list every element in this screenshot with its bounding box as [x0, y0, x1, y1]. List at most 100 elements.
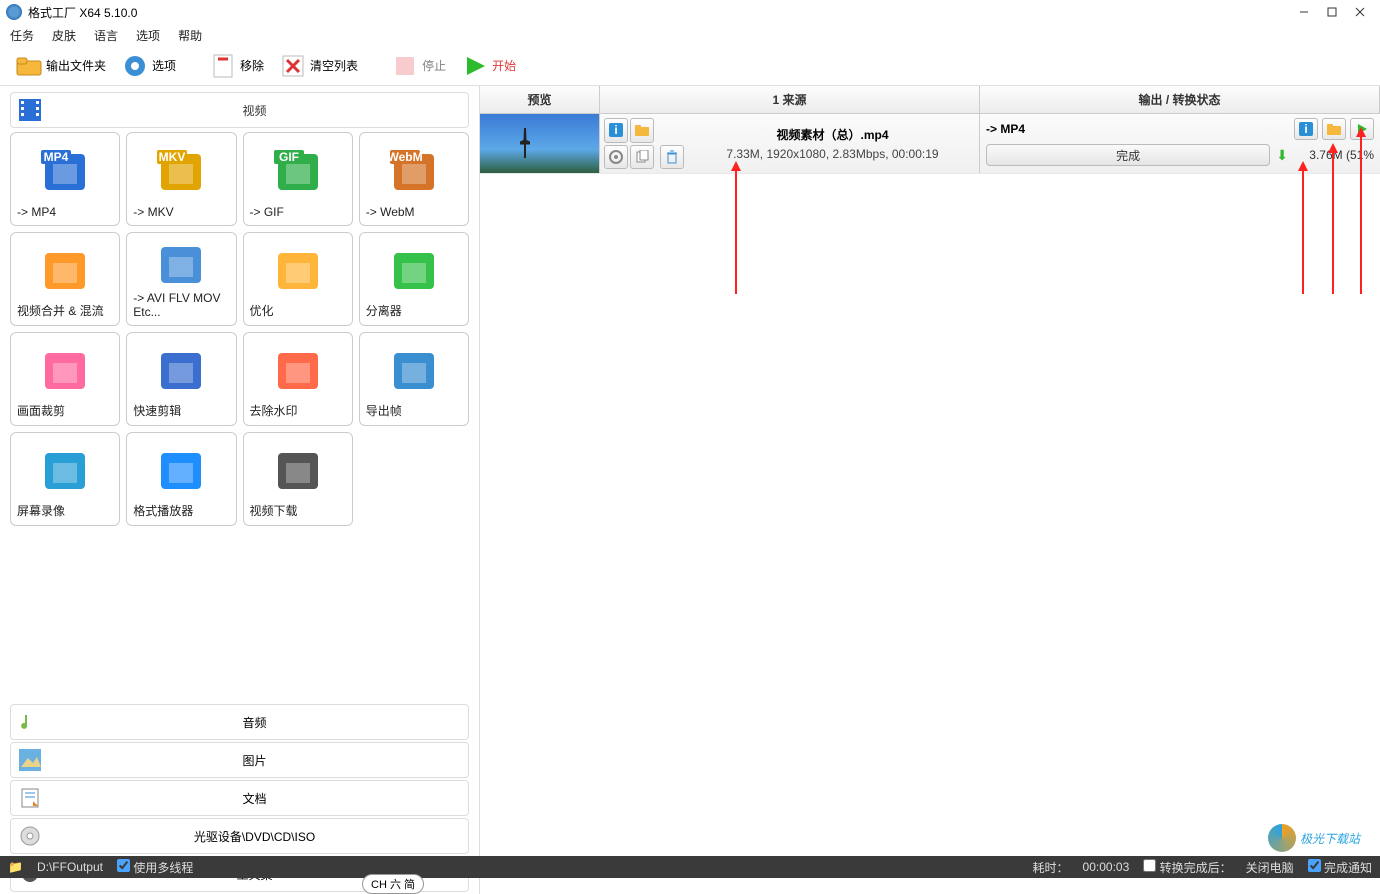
- gear-icon: [122, 53, 148, 79]
- task-open-folder-button[interactable]: [630, 118, 654, 143]
- tile-icon: WebM: [366, 139, 462, 205]
- format-tile-3[interactable]: WebM-> WebM: [359, 132, 469, 226]
- status-after-checkbox[interactable]: 转换完成后：: [1143, 859, 1231, 876]
- task-target-format: -> MP4: [986, 122, 1025, 136]
- status-multithread-label: 使用多线程: [133, 861, 193, 875]
- status-notify-checkbox[interactable]: 完成通知: [1308, 859, 1372, 876]
- task-settings-button[interactable]: [604, 145, 628, 170]
- output-folder-button[interactable]: [1322, 118, 1346, 140]
- watermark-label: 极光下载站: [1300, 830, 1360, 847]
- category-audio-label: 音频: [49, 714, 460, 731]
- remove-button[interactable]: 移除: [204, 51, 270, 81]
- category-document-label: 文档: [49, 790, 460, 807]
- stop-icon: [392, 53, 418, 79]
- annotation-arrow: [1302, 164, 1304, 294]
- ime-badge[interactable]: CH 六 简: [362, 874, 424, 894]
- menu-options[interactable]: 选项: [136, 27, 160, 44]
- status-folder-icon[interactable]: 📁: [8, 860, 23, 874]
- clear-list-button[interactable]: 清空列表: [274, 51, 364, 81]
- tile-label: 快速剪辑: [133, 402, 229, 419]
- clear-icon: [280, 53, 306, 79]
- tile-icon: MP4: [17, 139, 113, 205]
- document-icon: [19, 787, 41, 809]
- tile-icon: [133, 239, 229, 291]
- tile-label: -> AVI FLV MOV Etc...: [133, 291, 229, 319]
- category-disc-label: 光驱设备\DVD\CD\ISO: [49, 828, 460, 845]
- task-info-button[interactable]: i: [604, 118, 628, 143]
- tile-icon: [366, 339, 462, 402]
- status-after-label: 转换完成后：: [1160, 861, 1232, 875]
- tile-label: 分离器: [366, 302, 462, 319]
- maximize-button[interactable]: [1318, 2, 1346, 22]
- clear-list-label: 清空列表: [310, 57, 358, 74]
- tile-icon: GIF: [250, 139, 346, 205]
- format-tile-11[interactable]: 去除水印: [243, 332, 353, 426]
- format-tile-10[interactable]: 快速剪辑: [126, 332, 236, 426]
- menu-task[interactable]: 任务: [10, 27, 34, 44]
- tile-icon: [17, 439, 113, 502]
- image-icon: [19, 749, 41, 771]
- tile-label: 格式播放器: [133, 502, 229, 519]
- category-video-header[interactable]: 视频: [10, 92, 469, 128]
- status-output-path[interactable]: D:\FFOutput: [37, 860, 103, 874]
- tile-icon: [17, 339, 113, 402]
- tile-icon: [133, 439, 229, 502]
- tile-icon: [17, 239, 113, 302]
- play-icon: [462, 53, 488, 79]
- task-thumbnail[interactable]: [480, 114, 600, 173]
- format-tile-0[interactable]: MP4-> MP4: [10, 132, 120, 226]
- col-output[interactable]: 输出 / 转换状态: [980, 86, 1380, 113]
- format-tile-9[interactable]: 画面裁剪: [10, 332, 120, 426]
- col-source[interactable]: 1 来源: [600, 86, 980, 113]
- menu-language[interactable]: 语言: [94, 27, 118, 44]
- category-document[interactable]: 文档: [10, 780, 469, 816]
- start-button[interactable]: 开始: [456, 51, 522, 81]
- tile-icon: [250, 339, 346, 402]
- tile-label: 视频下载: [250, 502, 346, 519]
- status-notify-label: 完成通知: [1324, 861, 1372, 875]
- tile-label: 导出帧: [366, 402, 462, 419]
- category-image[interactable]: 图片: [10, 742, 469, 778]
- status-after-value[interactable]: 关闭电脑: [1246, 859, 1294, 876]
- menu-bar: 任务 皮肤 语言 选项 帮助: [0, 24, 1380, 46]
- tile-label: 屏幕录像: [17, 502, 113, 519]
- app-icon: [6, 4, 22, 20]
- status-multithread-checkbox[interactable]: 使用多线程: [117, 859, 193, 876]
- format-tile-8[interactable]: 分离器: [359, 232, 469, 326]
- menu-skin[interactable]: 皮肤: [52, 27, 76, 44]
- format-tile-4[interactable]: 视频合并 & 混流: [10, 232, 120, 326]
- minimize-button[interactable]: [1290, 2, 1318, 22]
- tile-icon: [366, 239, 462, 302]
- task-progress-label: 完成: [1116, 147, 1140, 164]
- category-audio[interactable]: 音频: [10, 704, 469, 740]
- start-label: 开始: [492, 57, 516, 74]
- svg-text:GIF: GIF: [279, 150, 299, 164]
- format-tile-14[interactable]: 格式播放器: [126, 432, 236, 526]
- task-row[interactable]: i 视频素材（总）.mp4 7.33M, 1920x1080, 2.83Mbps…: [480, 114, 1380, 174]
- svg-text:i: i: [1304, 122, 1307, 136]
- music-note-icon: [19, 711, 41, 733]
- task-copy-button[interactable]: [630, 145, 654, 170]
- format-tile-2[interactable]: GIF-> GIF: [243, 132, 353, 226]
- col-preview[interactable]: 预览: [480, 86, 600, 113]
- task-delete-button[interactable]: [660, 145, 684, 169]
- category-disc[interactable]: 光驱设备\DVD\CD\ISO: [10, 818, 469, 854]
- watermark: 极光下载站: [1268, 824, 1360, 852]
- format-grid: MP4-> MP4MKV-> MKVGIF-> GIFWebM-> WebM 视频…: [0, 132, 479, 526]
- format-tile-1[interactable]: MKV-> MKV: [126, 132, 236, 226]
- format-tile-15[interactable]: 视频下载: [243, 432, 353, 526]
- format-tile-13[interactable]: 屏幕录像: [10, 432, 120, 526]
- format-tile-12[interactable]: 导出帧: [359, 332, 469, 426]
- category-image-label: 图片: [49, 752, 460, 769]
- menu-help[interactable]: 帮助: [178, 27, 202, 44]
- output-info-button[interactable]: i: [1294, 118, 1318, 140]
- close-button[interactable]: [1346, 2, 1374, 22]
- stop-button[interactable]: 停止: [386, 51, 452, 81]
- format-tile-6[interactable]: 优化: [243, 232, 353, 326]
- tile-label: 优化: [250, 302, 346, 319]
- watermark-icon: [1268, 824, 1296, 852]
- options-button[interactable]: 选项: [116, 51, 182, 81]
- output-folder-button[interactable]: 输出文件夹: [10, 51, 112, 81]
- format-tile-5[interactable]: -> AVI FLV MOV Etc...: [126, 232, 236, 326]
- folder-icon: [16, 53, 42, 79]
